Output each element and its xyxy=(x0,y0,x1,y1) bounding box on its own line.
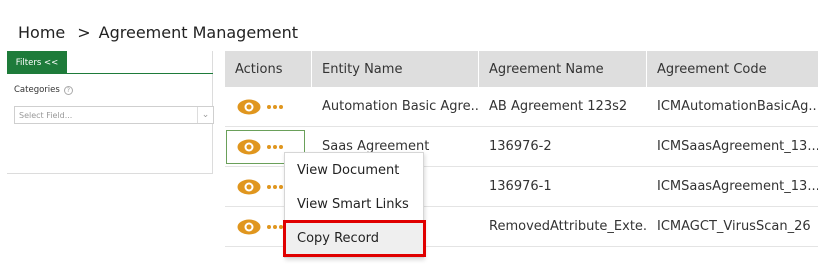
page: Home > Agreement Management Filters << C… xyxy=(0,0,818,266)
more-dots-icon[interactable] xyxy=(267,184,283,189)
more-dots-icon[interactable] xyxy=(267,224,283,229)
categories-select[interactable]: Select Field... ⌄ xyxy=(14,106,214,124)
help-icon[interactable]: ? xyxy=(63,85,73,95)
agreement-name-cell: 136976-1 xyxy=(489,179,552,194)
agreement-name-cell: AB Agreement 123s2 xyxy=(489,99,628,114)
menu-item-copy-record[interactable]: Copy Record xyxy=(283,220,426,257)
agreement-code-cell: ICMSaasAgreement_13... xyxy=(657,139,818,154)
filter-panel: Filters << Categories ? Select Field... … xyxy=(7,51,214,174)
column-header-entity-name[interactable]: Entity Name xyxy=(312,51,479,87)
filters-divider xyxy=(67,73,213,74)
entity-name-cell: Automation Basic Agre... xyxy=(322,99,479,114)
agreement-code-cell: ICMAutomationBasicAg... xyxy=(657,99,818,114)
chevron-down-icon[interactable]: ⌄ xyxy=(197,107,213,123)
column-header-actions[interactable]: Actions xyxy=(225,51,312,87)
table-header: Actions Entity Name Agreement Name Agree… xyxy=(225,51,818,87)
column-header-agreement-code[interactable]: Agreement Code xyxy=(647,51,818,87)
breadcrumb-home[interactable]: Home xyxy=(18,23,65,42)
eye-icon[interactable] xyxy=(237,99,261,115)
column-header-agreement-name[interactable]: Agreement Name xyxy=(479,51,647,87)
categories-label-text: Categories xyxy=(14,85,60,95)
row-actions xyxy=(225,87,312,126)
row-context-menu: View Document View Smart Links Copy Reco… xyxy=(283,152,426,258)
breadcrumb: Home > Agreement Management xyxy=(18,20,298,44)
agreement-name-cell: RemovedAttribute_Exte... xyxy=(489,219,647,234)
table-row[interactable]: Automation Basic Agre... AB Agreement 12… xyxy=(225,87,818,127)
categories-select-placeholder: Select Field... xyxy=(19,110,73,120)
categories-label: Categories ? xyxy=(14,85,73,95)
breadcrumb-separator: > xyxy=(77,22,91,42)
agreement-name-cell: 136976-2 xyxy=(489,139,552,154)
eye-icon[interactable] xyxy=(237,219,261,235)
menu-item-view-document[interactable]: View Document xyxy=(285,153,423,187)
eye-icon[interactable] xyxy=(237,179,261,195)
more-dots-icon[interactable] xyxy=(267,104,283,109)
breadcrumb-current: Agreement Management xyxy=(98,22,298,42)
agreement-code-cell: ICMAGCT_VirusScan_26 xyxy=(657,219,811,234)
agreement-code-cell: ICMSaasAgreement_13... xyxy=(657,179,818,194)
menu-item-view-smart-links[interactable]: View Smart Links xyxy=(285,187,423,221)
filters-toggle-button[interactable]: Filters << xyxy=(7,51,67,74)
